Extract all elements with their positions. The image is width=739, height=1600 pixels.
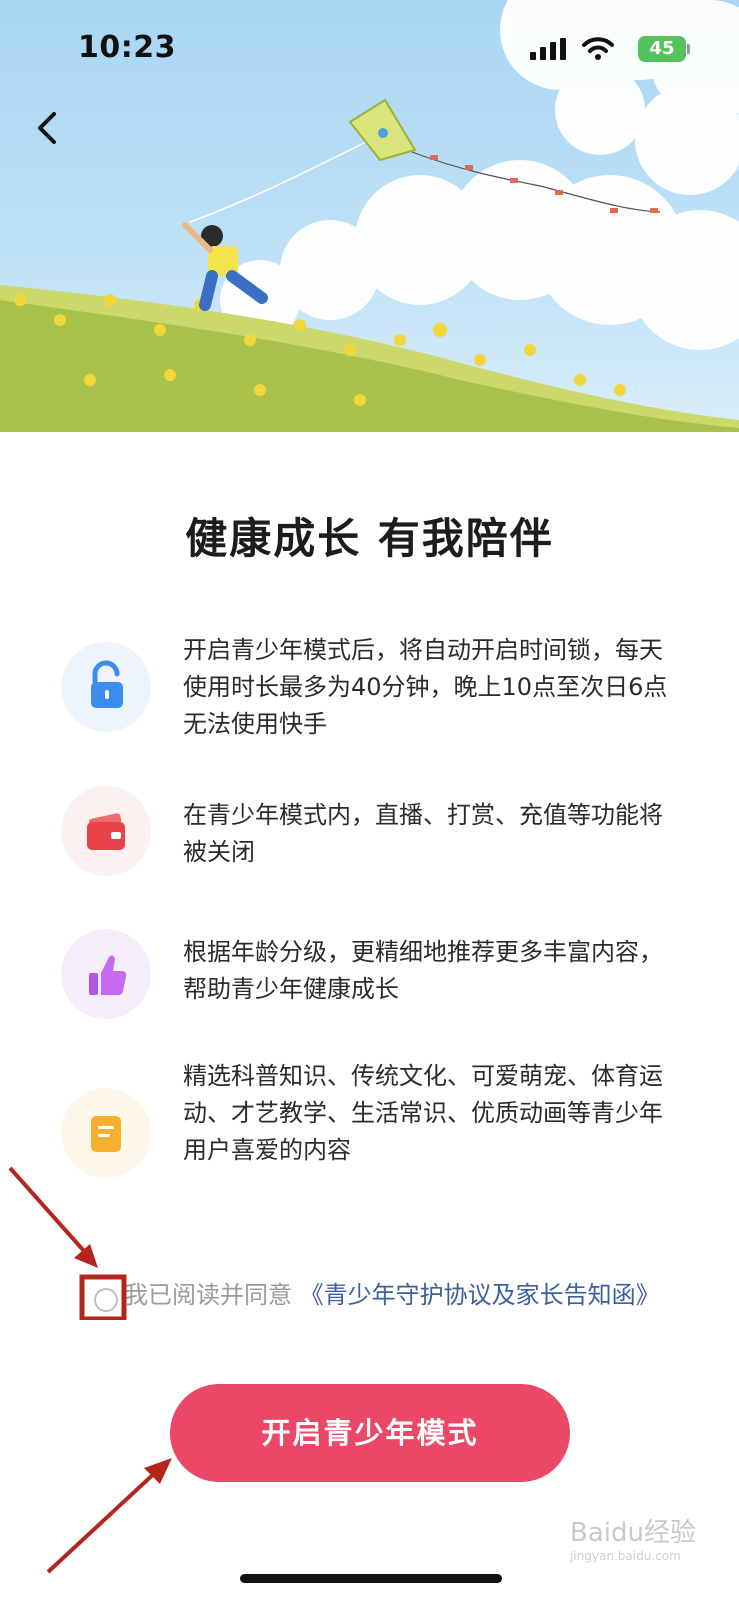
watermark-brand: Baidu经验 <box>570 1518 696 1548</box>
feature-icon-bubble <box>61 929 151 1019</box>
feature-icon-bubble <box>61 786 151 876</box>
home-indicator <box>240 1574 502 1583</box>
thumbs-up-icon <box>89 955 127 995</box>
battery-nub <box>687 44 690 54</box>
annotation-arrow-top <box>8 1166 127 1320</box>
feature-text: 开启青少年模式后，将自动开启时间锁，每天使用时长最多为40分钟，晚上10点至次日… <box>183 636 668 738</box>
feature-text: 在青少年模式内，直播、打赏、充值等功能将被关闭 <box>183 801 663 866</box>
back-chevron-icon[interactable] <box>30 108 70 148</box>
enable-teen-mode-button[interactable]: 开启青少年模式 <box>170 1384 570 1482</box>
annotation-highlight-box <box>79 1274 127 1320</box>
signal-icon <box>530 38 566 60</box>
wallet-icon <box>87 813 125 850</box>
agreement-link[interactable]: 《青少年守护协议及家长告知函》 <box>300 1281 660 1309</box>
battery-indicator: 45 <box>638 36 686 62</box>
status-time: 10:23 <box>78 30 176 65</box>
baidu-watermark: Baidu经验 jingyan.baidu.com <box>570 1512 696 1563</box>
agreement-text: 我已阅读并同意 《青少年守护协议及家长告知函》 <box>124 1276 664 1314</box>
annotation-arrow-bottom <box>46 1458 172 1574</box>
page-headline: 健康成长 有我陪伴 <box>185 514 554 563</box>
wifi-icon <box>582 37 614 60</box>
watermark-url: jingyan.baidu.com <box>570 1549 681 1563</box>
feature-text: 精选科普知识、传统文化、可爱萌宠、体育运动、才艺教学、生活常识、优质动画等青少年… <box>183 1062 663 1164</box>
feature-text: 根据年龄分级，更精细地推荐更多丰富内容，帮助青少年健康成长 <box>183 938 663 1003</box>
unlocked-lock-icon <box>91 660 123 708</box>
feature-icon-bubble <box>61 642 151 732</box>
